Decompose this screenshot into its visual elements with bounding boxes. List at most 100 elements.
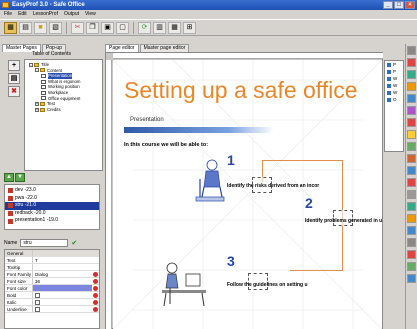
move-down-icon[interactable]: ▼ — [15, 173, 25, 182]
object-list-item[interactable]: redback -20.0 — [5, 210, 99, 218]
step-3-number[interactable]: 3 — [227, 253, 235, 269]
property-value[interactable] — [33, 264, 92, 270]
expand-icon[interactable]: + — [35, 101, 39, 106]
palette-tool-icon[interactable] — [407, 190, 416, 199]
cut-icon[interactable]: ✂ — [71, 21, 84, 34]
slide-intro[interactable]: In this course we will be able to: — [124, 142, 208, 148]
print-icon[interactable]: ▧ — [49, 21, 62, 34]
copy-icon[interactable]: ❐ — [86, 21, 99, 34]
layer-item[interactable]: P — [385, 68, 403, 75]
object-list-item[interactable]: pwa -22.0 — [5, 195, 99, 203]
property-row[interactable]: Underline — [5, 306, 99, 313]
layer-item[interactable]: O — [385, 96, 403, 103]
object-list-item[interactable]: presentation1 -19.0 — [5, 217, 99, 225]
toc-item[interactable]: + Credits — [29, 107, 102, 113]
palette-tool-icon[interactable] — [407, 82, 416, 91]
paste-icon[interactable]: ▣ — [101, 21, 114, 34]
edit-page-icon[interactable]: ▤ — [8, 73, 20, 84]
property-row[interactable]: Italic — [5, 299, 99, 306]
palette-tool-icon[interactable] — [407, 130, 416, 139]
reset-icon[interactable] — [92, 285, 99, 291]
menu-output[interactable]: Output — [64, 10, 79, 19]
close-button[interactable]: × — [405, 1, 415, 9]
refresh-icon[interactable]: ⟳ — [138, 21, 151, 34]
reset-icon[interactable] — [92, 299, 99, 305]
property-value[interactable] — [33, 299, 92, 305]
open-icon[interactable]: ▤ — [19, 21, 32, 34]
menu-edit[interactable]: Edit — [18, 10, 27, 19]
minimize-button[interactable]: _ — [383, 1, 393, 9]
tab-master-page-editor[interactable]: Master page editor — [139, 44, 190, 52]
palette-tool-icon[interactable] — [407, 142, 416, 151]
palette-tool-icon[interactable] — [407, 46, 416, 55]
property-value[interactable] — [33, 285, 92, 291]
object-list-item[interactable]: stru -21.0 — [5, 202, 99, 210]
property-row[interactable]: Font size 36 — [5, 278, 99, 285]
expand-icon[interactable]: + — [35, 107, 39, 112]
step-2-text[interactable]: Identify problems generated in u — [305, 218, 382, 224]
name-input[interactable]: stru — [20, 239, 69, 247]
tab-page-editor[interactable]: Page editor — [105, 44, 139, 52]
table-icon[interactable]: ▦ — [168, 21, 181, 34]
save-icon[interactable]: ■ — [34, 21, 47, 34]
palette-tool-icon[interactable] — [407, 250, 416, 259]
property-value[interactable] — [33, 250, 92, 256]
step-3-text[interactable]: Follow the guidelines on setting u — [227, 282, 308, 288]
new-icon[interactable]: ▦ — [4, 21, 17, 34]
palette-tool-icon[interactable] — [407, 106, 416, 115]
reset-icon[interactable] — [92, 278, 99, 284]
palette-tool-icon[interactable] — [407, 202, 416, 211]
property-row[interactable]: Font color — [5, 285, 99, 292]
slide-title[interactable]: Setting up a safe office — [124, 77, 358, 104]
add-page-icon[interactable]: + — [8, 60, 20, 71]
palette-tool-icon[interactable] — [407, 58, 416, 67]
layer-item[interactable]: W — [385, 82, 403, 89]
reset-icon[interactable] — [92, 292, 99, 298]
palette-tool-icon[interactable] — [407, 94, 416, 103]
step-2-number[interactable]: 2 — [305, 195, 313, 211]
property-checkbox[interactable] — [35, 307, 40, 312]
property-value[interactable]: Dialog — [33, 271, 92, 277]
palette-tool-icon[interactable] — [407, 262, 416, 271]
move-up-icon[interactable]: ▲ — [4, 173, 14, 182]
collapse-icon[interactable]: - — [35, 68, 39, 73]
step-1-text[interactable]: Identify the risks derived from an incor — [227, 183, 319, 189]
document-icon[interactable]: ▢ — [116, 21, 129, 34]
property-row[interactable]: Font Family Dialog — [5, 271, 99, 278]
palette-tool-icon[interactable] — [407, 154, 416, 163]
reset-icon[interactable] — [92, 271, 99, 277]
layer-item[interactable]: W — [385, 75, 403, 82]
layer-item[interactable]: P — [385, 61, 403, 68]
object-list-item[interactable]: dev -23.0 — [5, 187, 99, 195]
step-1-number[interactable]: 1 — [227, 152, 235, 168]
preview-icon[interactable]: ▥ — [153, 21, 166, 34]
palette-tool-icon[interactable] — [407, 118, 416, 127]
palette-tool-icon[interactable] — [407, 238, 416, 247]
palette-tool-icon[interactable] — [407, 70, 416, 79]
delete-page-icon[interactable]: ✖ — [8, 86, 20, 97]
property-row[interactable]: Bold — [5, 292, 99, 299]
menu-lessonprof[interactable]: LessonProf — [33, 10, 58, 19]
palette-tool-icon[interactable] — [407, 226, 416, 235]
property-checkbox[interactable] — [35, 300, 40, 305]
property-value[interactable]: T — [33, 257, 92, 263]
palette-tool-icon[interactable] — [407, 178, 416, 187]
palette-tool-icon[interactable] — [407, 214, 416, 223]
reset-icon[interactable] — [92, 306, 99, 312]
property-checkbox[interactable] — [35, 293, 40, 298]
property-value[interactable] — [33, 292, 92, 298]
menu-file[interactable]: File — [4, 10, 12, 19]
property-row[interactable]: Text T — [5, 257, 99, 264]
palette-tool-icon[interactable] — [407, 166, 416, 175]
property-value[interactable]: 36 — [33, 278, 92, 284]
menu-view[interactable]: View — [85, 10, 96, 19]
slide-subtitle[interactable]: Presentation — [130, 117, 164, 123]
property-row[interactable]: Tooltip — [5, 264, 99, 271]
collapse-icon[interactable]: - — [29, 62, 33, 67]
grid-icon[interactable]: ⊞ — [183, 21, 196, 34]
apply-check-icon[interactable]: ✔ — [71, 239, 77, 247]
property-value[interactable] — [33, 306, 92, 312]
maximize-button[interactable]: □ — [394, 1, 404, 9]
layer-item[interactable]: W — [385, 89, 403, 96]
palette-tool-icon[interactable] — [407, 274, 416, 283]
